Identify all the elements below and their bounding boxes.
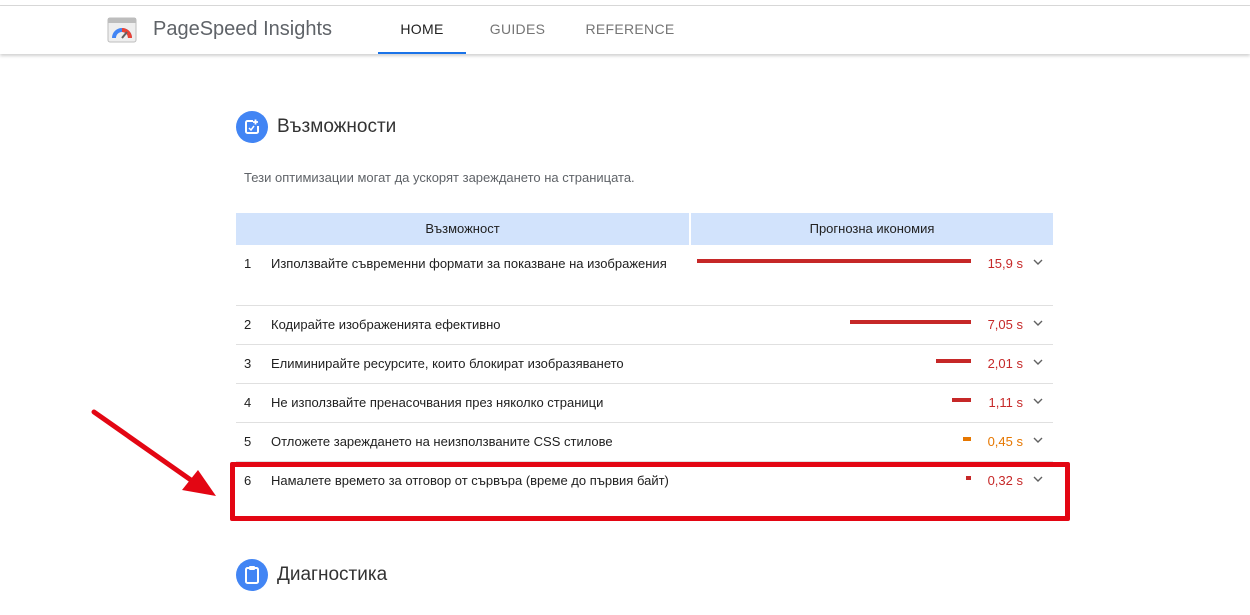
row-label: Отложете зареждането на неизползваните C…: [271, 434, 613, 449]
chevron-down-icon[interactable]: [1033, 435, 1043, 445]
row-label: Кодирайте изображенията ефективно: [271, 317, 501, 332]
savings-value: 15,9 s: [987, 256, 1023, 271]
table-row[interactable]: 4 Не използвайте пренасочвания през някол…: [236, 384, 1053, 423]
column-header-savings: Прогнозна икономия: [691, 213, 1053, 245]
tab-home[interactable]: HOME: [378, 6, 466, 54]
site-header: PageSpeed Insights HOME GUIDES REFERENCE: [0, 6, 1250, 54]
row-label: Използвайте съвременни формати за показв…: [271, 256, 667, 271]
tab-reference[interactable]: REFERENCE: [580, 6, 680, 54]
section-title-opportunities: Възможности: [277, 116, 397, 137]
red-arrow-icon: [91, 409, 216, 496]
opportunity-icon: [236, 111, 268, 143]
savings-value: 2,01 s: [987, 356, 1023, 371]
savings-bar: [850, 320, 971, 324]
savings-bar: [697, 259, 971, 263]
highlight-box: [230, 462, 1070, 521]
savings-value: 0,45 s: [987, 434, 1023, 449]
clipboard-icon: [236, 559, 268, 591]
chevron-down-icon[interactable]: [1033, 318, 1043, 328]
savings-value: 7,05 s: [987, 317, 1023, 332]
chevron-down-icon[interactable]: [1033, 357, 1043, 367]
row-number: 5: [244, 434, 252, 449]
row-number: 3: [244, 356, 252, 371]
app-title[interactable]: PageSpeed Insights: [153, 18, 332, 41]
chevron-down-icon[interactable]: [1033, 257, 1043, 267]
row-label: Елиминирайте ресурсите, които блокират и…: [271, 356, 624, 371]
row-number: 4: [244, 395, 252, 410]
table-row[interactable]: 5 Отложете зареждането на неизползваните …: [236, 423, 1053, 462]
row-number: 1: [244, 256, 252, 271]
table-row[interactable]: 1 Използвайте съвременни формати за показ…: [236, 245, 1053, 306]
chevron-down-icon[interactable]: [1033, 396, 1043, 406]
row-number: 2: [244, 317, 252, 332]
pagespeed-logo-icon[interactable]: [107, 17, 137, 43]
opportunities-description: Тези оптимизации могат да ускорят зарежд…: [244, 170, 635, 185]
table-row[interactable]: 2 Кодирайте изображенията ефективно 7,05 s: [236, 306, 1053, 345]
tab-guides[interactable]: GUIDES: [480, 6, 555, 54]
column-header-opportunity: Възможност: [236, 213, 689, 245]
table-header: Възможност Прогнозна икономия: [236, 213, 1053, 245]
table-row[interactable]: 3 Елиминирайте ресурсите, които блокират …: [236, 345, 1053, 384]
row-label: Не използвайте пренасочвания през няколк…: [271, 395, 604, 410]
section-title-diagnostics: Диагностика: [277, 564, 388, 585]
savings-value: 1,11 s: [988, 395, 1023, 410]
